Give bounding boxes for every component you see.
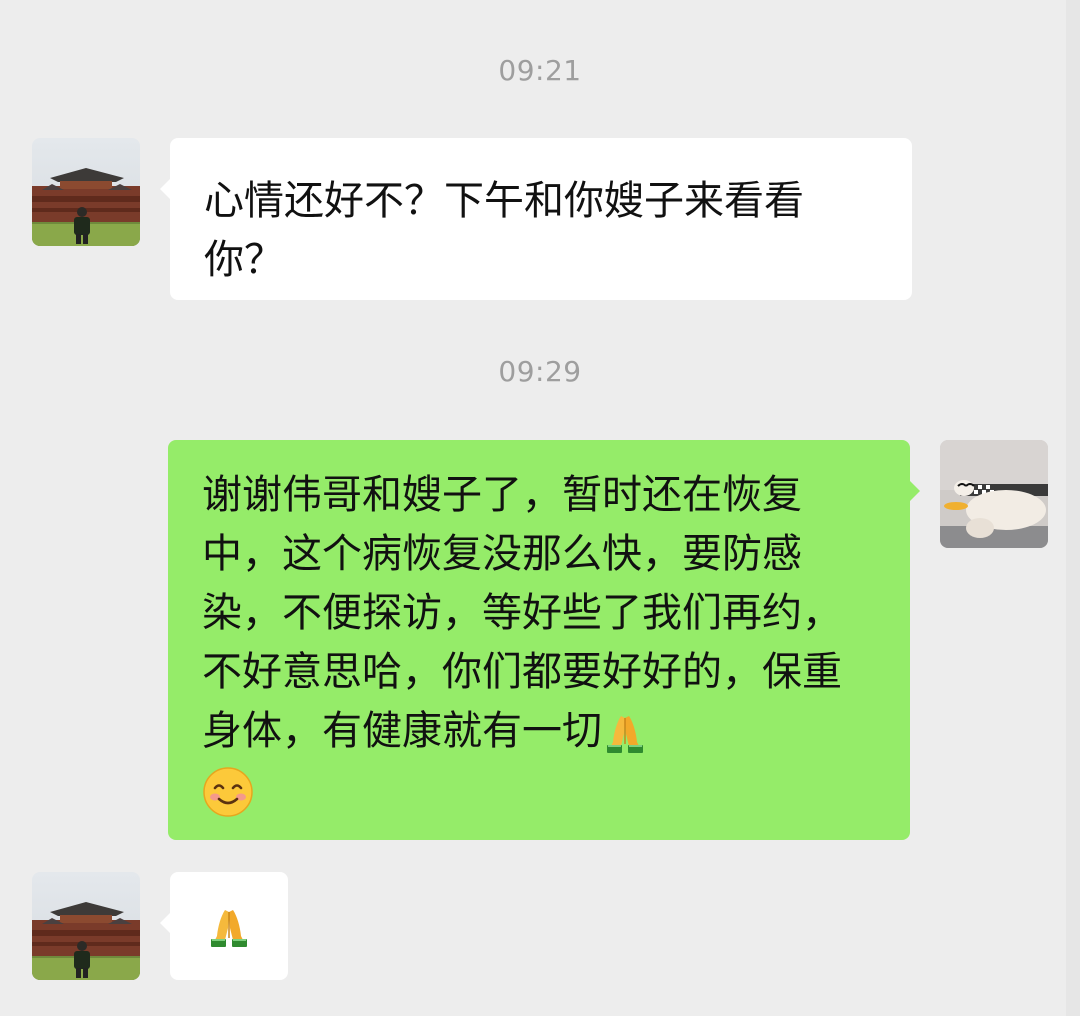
message-bubble-incoming[interactable] [160,872,288,980]
folded-hands-emoji [206,906,252,948]
contact-avatar-photo [32,872,140,980]
message-bubble-outgoing[interactable]: 谢谢伟哥和嫂子了，暂时还在恢复中，这个病恢复没那么快，要防感染，不便探访，等好些… [168,440,920,840]
bubble-tail [160,178,171,200]
scrollbar-track[interactable] [1066,0,1080,1016]
smiling-face-emoji [202,766,254,818]
message-text-body: 谢谢伟哥和嫂子了，暂时还在恢复中，这个病恢复没那么快，要防感染，不便探访，等好些… [202,472,842,754]
message-text: 心情还好不？下午和你嫂子来看看你？ [204,178,804,283]
self-avatar[interactable] [940,440,1048,548]
timestamp: 09:29 [498,355,582,388]
bubble-tail [909,480,920,502]
contact-avatar[interactable] [32,872,140,980]
contact-avatar-photo [32,138,140,246]
self-avatar-photo [940,440,1048,548]
message-bubble-incoming[interactable]: 心情还好不？下午和你嫂子来看看你？ [160,138,912,300]
timestamp: 09:21 [498,54,582,87]
folded-hands-emoji [602,712,648,754]
message-text: 谢谢伟哥和嫂子了，暂时还在恢复中，这个病恢复没那么快，要防感染，不便探访，等好些… [202,466,876,820]
contact-avatar[interactable] [32,138,140,246]
bubble-tail [160,912,171,934]
